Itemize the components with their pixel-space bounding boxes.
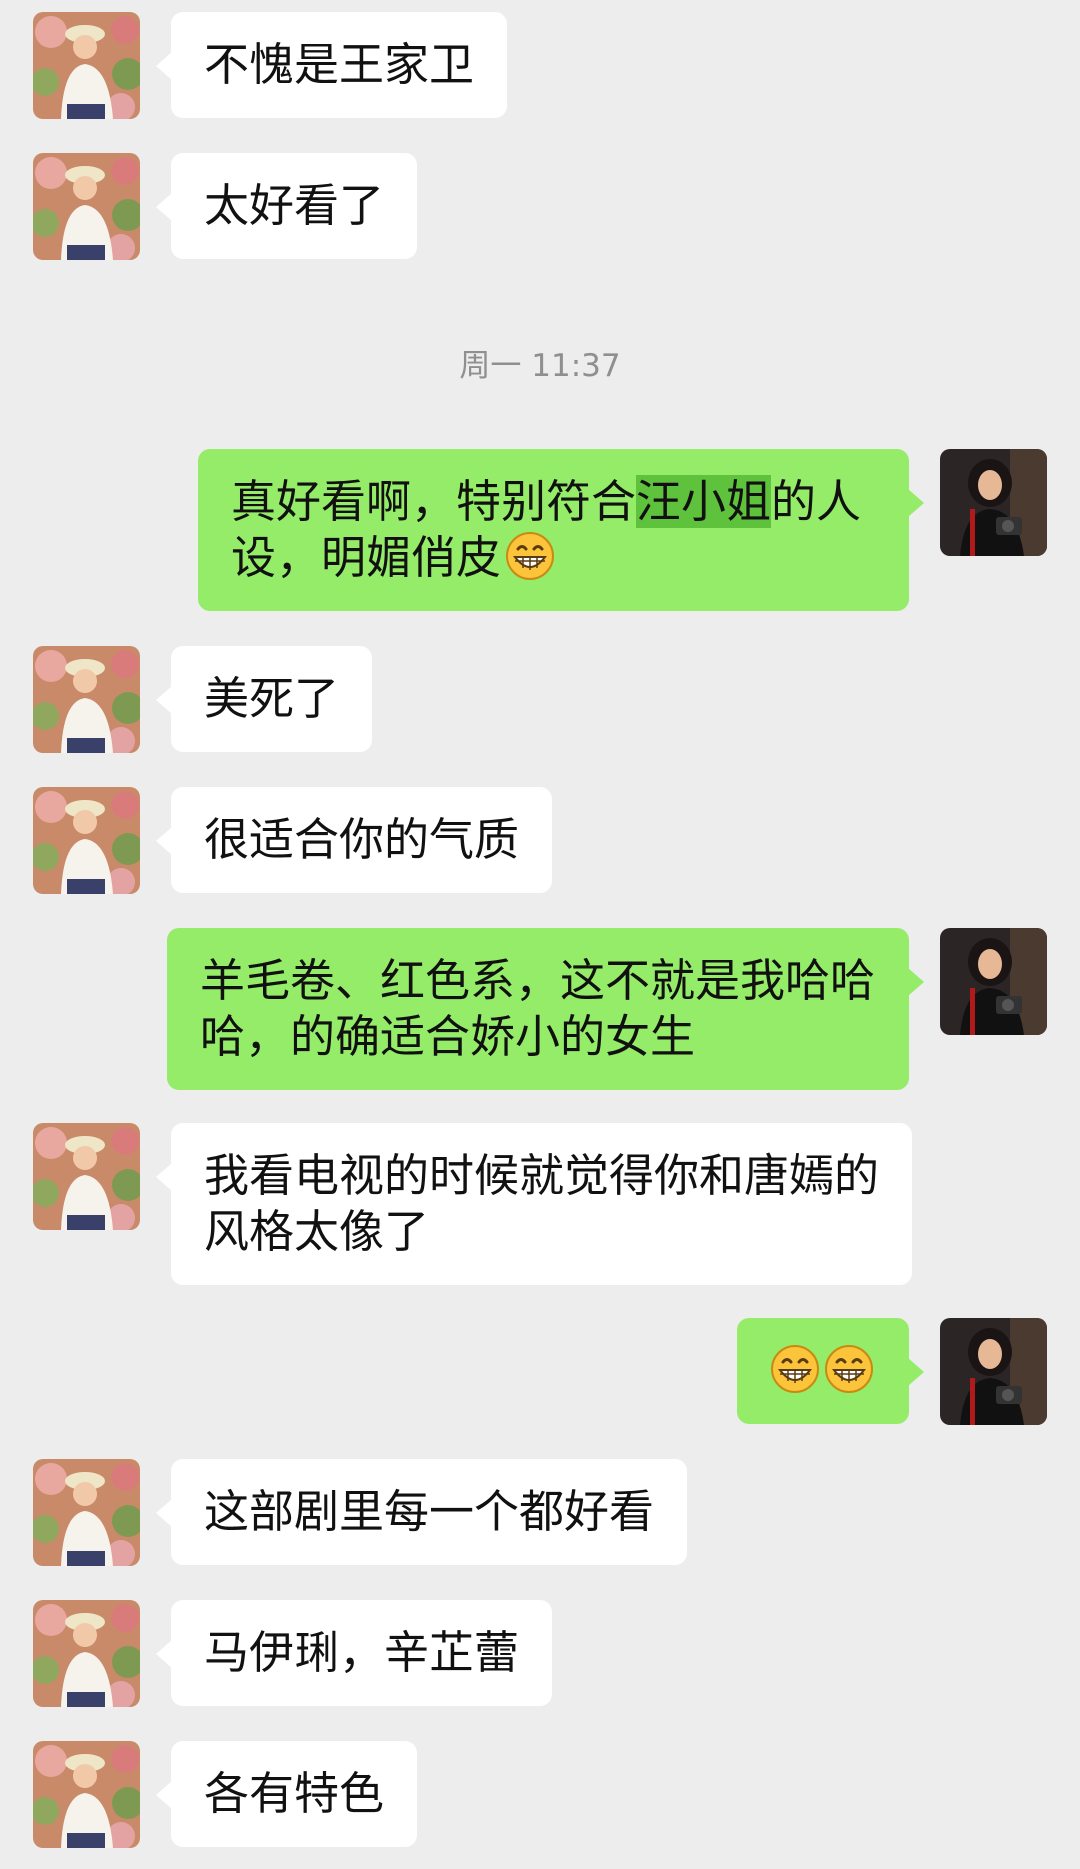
timestamp: 周一 11:37 <box>459 348 621 384</box>
avatar[interactable] <box>33 1123 140 1230</box>
message-line: 风格太像了 <box>204 1205 430 1258</box>
message-bubble[interactable]: 我看电视的时候就觉得你和唐嫣的 风格太像了 <box>156 1123 912 1285</box>
grinning-face-emoji <box>824 1344 874 1394</box>
avatar[interactable] <box>940 449 1047 556</box>
avatar[interactable] <box>33 1741 140 1848</box>
grinning-face-emoji <box>770 1344 820 1394</box>
avatar[interactable] <box>33 646 140 753</box>
message-text: 真好看啊，特别符合 <box>231 475 637 528</box>
message-bubble[interactable]: 很适合你的气质 <box>155 787 553 893</box>
avatar[interactable] <box>33 787 140 894</box>
highlighted-text: 汪小姐 <box>636 475 772 528</box>
message-bubble[interactable]: 不愧是王家卫 <box>155 12 508 118</box>
avatar[interactable] <box>33 1600 140 1707</box>
avatar[interactable] <box>33 12 140 119</box>
avatar[interactable] <box>33 1459 140 1566</box>
message-line: 设，明媚俏皮 <box>231 530 876 586</box>
message-bubble[interactable] <box>737 1318 924 1424</box>
message-bubble[interactable]: 真好看啊，特别符合汪小姐的人 设，明媚俏皮 <box>198 449 924 611</box>
message-bubble[interactable]: 羊毛卷、红色系，这不就是我哈哈 哈，的确适合娇小的女生 <box>167 928 924 1090</box>
chat-window: 不愧是王家卫 太好看了 周一 11:37 真好看啊，特别符合汪小姐的人 设，明媚… <box>0 0 1080 1869</box>
avatar[interactable] <box>33 153 140 260</box>
message-text: 设，明媚俏皮 <box>231 531 502 584</box>
grinning-face-emoji <box>505 531 555 581</box>
message-line: 羊毛卷、红色系，这不就是我哈哈 <box>200 954 876 1007</box>
message-line: 我看电视的时候就觉得你和唐嫣的 <box>204 1149 880 1202</box>
message-text: 的人 <box>771 475 862 528</box>
message-bubble[interactable]: 马伊琍，辛芷蕾 <box>155 1600 553 1706</box>
avatar[interactable] <box>940 928 1047 1035</box>
message-line: 哈，的确适合娇小的女生 <box>200 1010 696 1063</box>
message-line: 真好看啊，特别符合汪小姐的人 <box>231 474 876 530</box>
message-bubble[interactable]: 这部剧里每一个都好看 <box>155 1459 688 1565</box>
avatar[interactable] <box>940 1318 1047 1425</box>
message-bubble[interactable]: 太好看了 <box>155 153 418 259</box>
message-bubble[interactable]: 美死了 <box>155 646 373 752</box>
message-bubble[interactable]: 各有特色 <box>155 1741 418 1847</box>
